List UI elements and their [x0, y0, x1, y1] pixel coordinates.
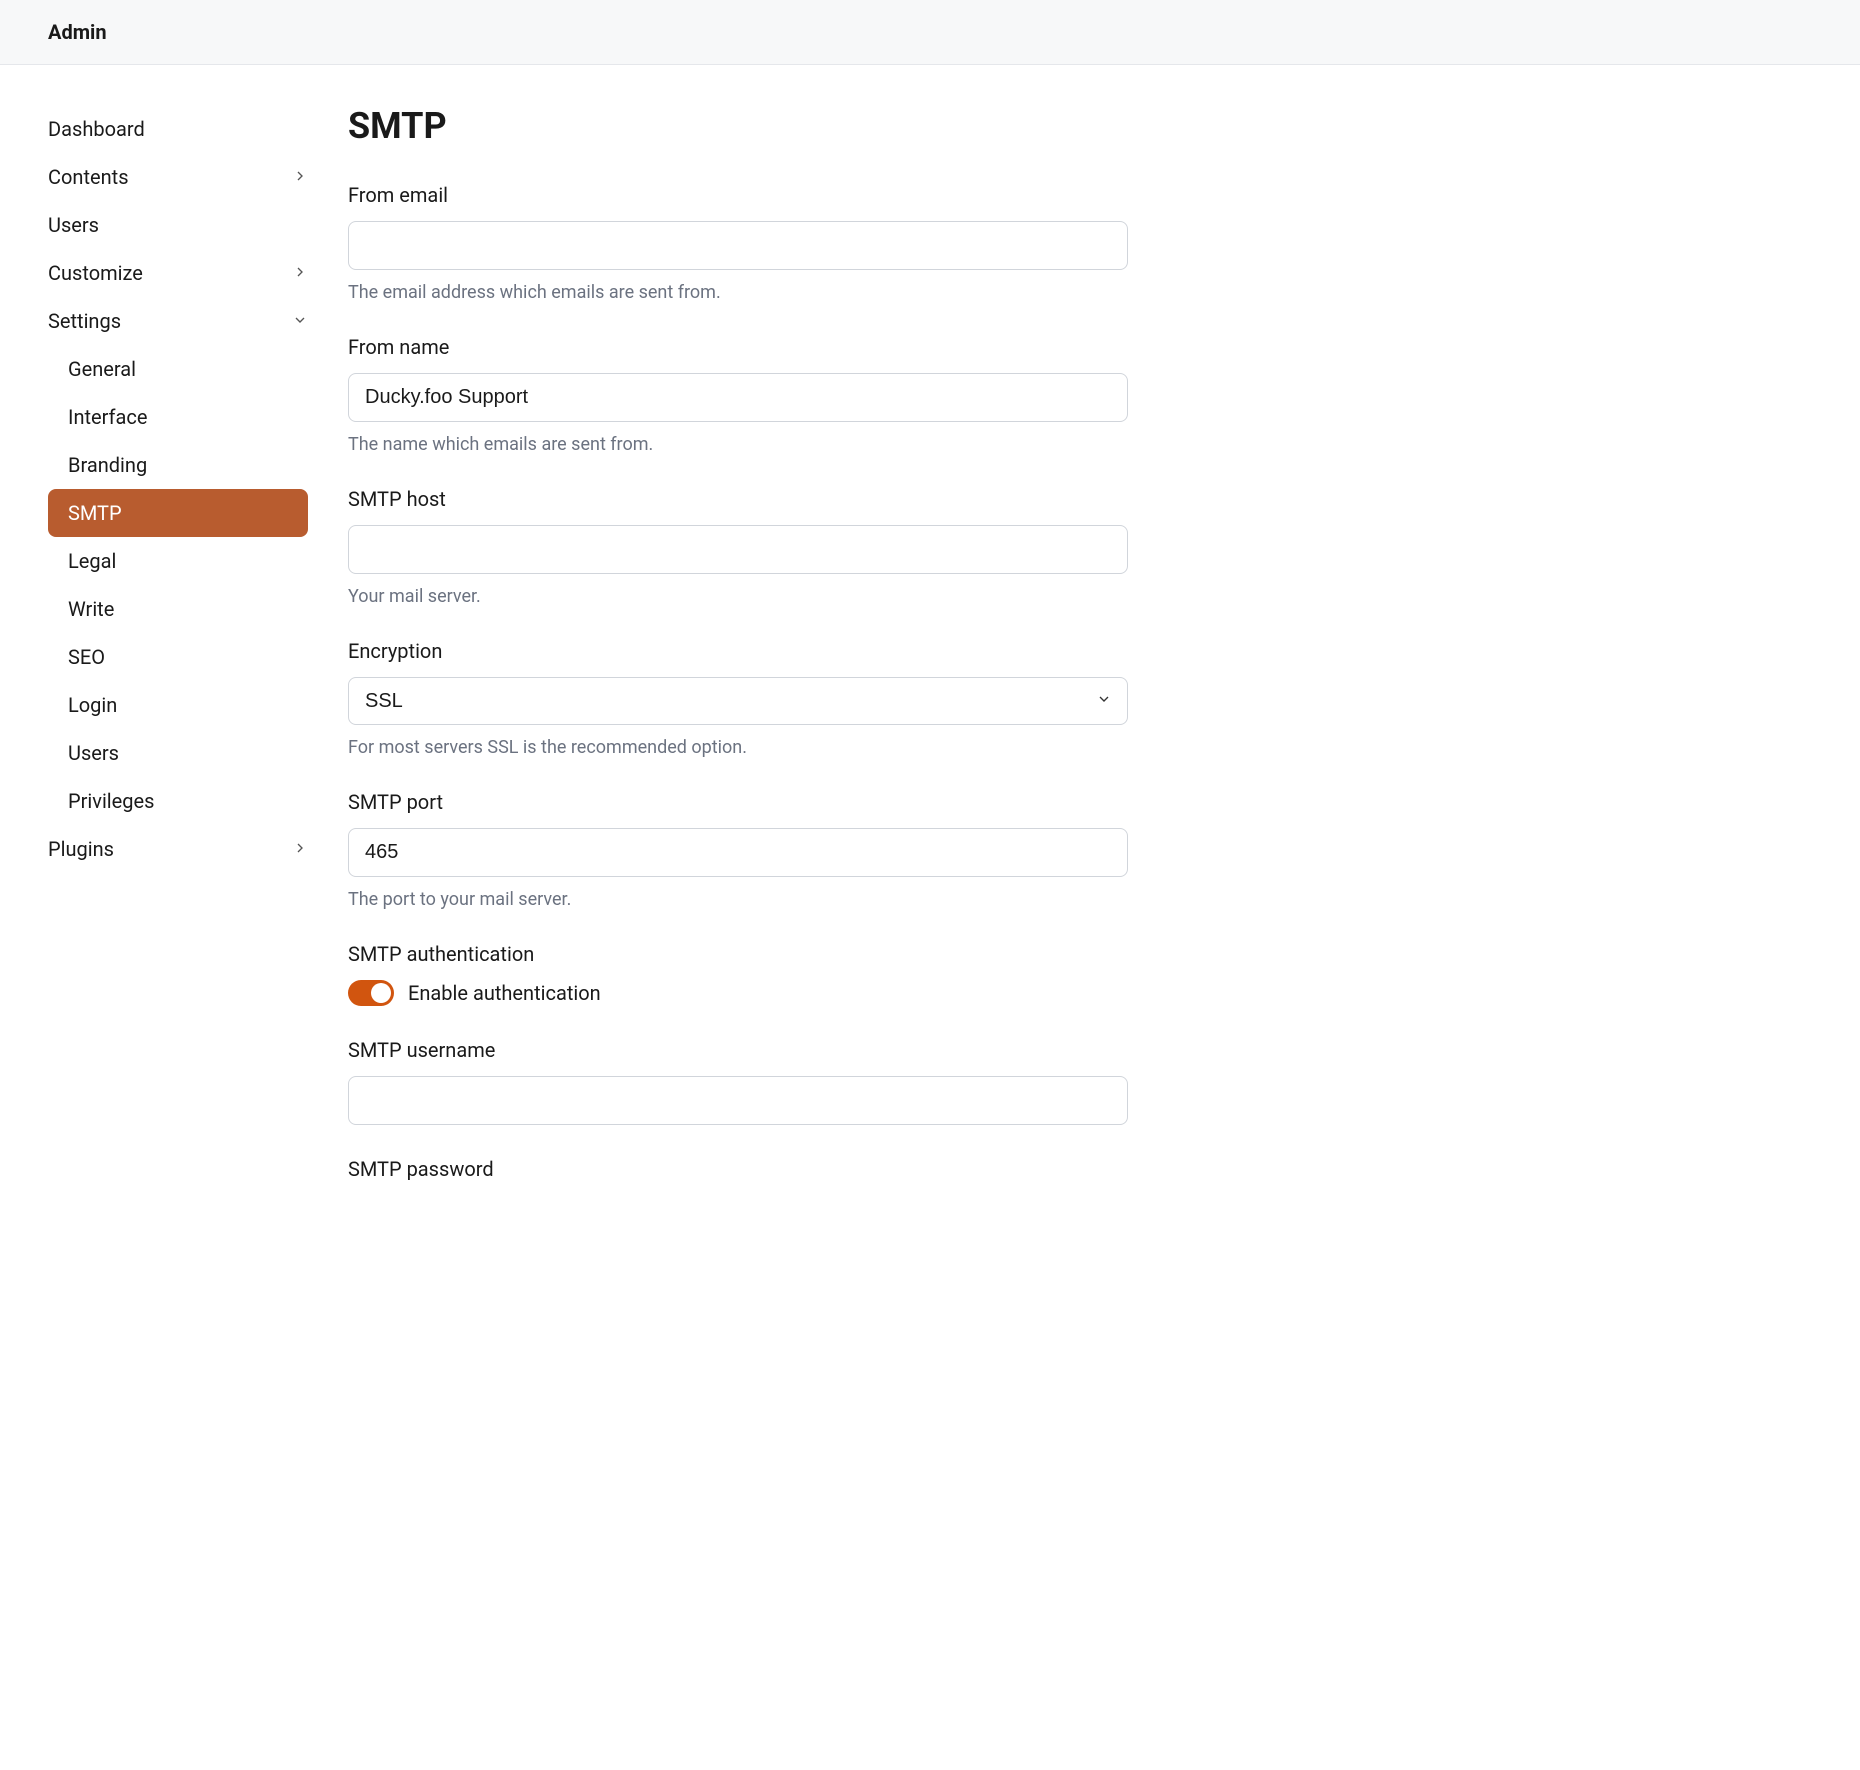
smtp-port-label: SMTP port: [348, 790, 1128, 814]
subnav-item-label: Privileges: [68, 789, 154, 813]
smtp-auth-label: SMTP authentication: [348, 942, 1128, 966]
field-smtp-password: SMTP password: [348, 1157, 1128, 1181]
sidebar-item-dashboard[interactable]: Dashboard: [48, 105, 308, 153]
main-content: SMTP From email The email address which …: [308, 105, 1128, 1213]
smtp-username-input[interactable]: [348, 1076, 1128, 1125]
sidebar-item-label: Settings: [48, 309, 121, 333]
field-smtp-port: SMTP port The port to your mail server.: [348, 790, 1128, 910]
smtp-username-label: SMTP username: [348, 1038, 1128, 1062]
sidebar-item-plugins[interactable]: Plugins: [48, 825, 308, 873]
field-from-name: From name The name which emails are sent…: [348, 335, 1128, 455]
subnav-item-label: General: [68, 357, 136, 381]
chevron-right-icon: [292, 261, 308, 285]
subnav-item-label: Login: [68, 693, 117, 717]
subnav-item-label: Users: [68, 741, 119, 765]
field-encryption: Encryption SSL For most servers SSL is t…: [348, 639, 1128, 758]
chevron-right-icon: [292, 165, 308, 189]
sidebar-item-customize[interactable]: Customize: [48, 249, 308, 297]
smtp-port-input[interactable]: [348, 828, 1128, 877]
subnav-item-branding[interactable]: Branding: [48, 441, 308, 489]
page-title: SMTP: [348, 105, 1128, 147]
subnav-item-label: Interface: [68, 405, 147, 429]
field-from-email: From email The email address which email…: [348, 183, 1128, 303]
smtp-auth-toggle-row: Enable authentication: [348, 980, 1128, 1006]
subnav-item-legal[interactable]: Legal: [48, 537, 308, 585]
from-name-help: The name which emails are sent from.: [348, 434, 1128, 455]
encryption-select[interactable]: SSL: [348, 677, 1128, 725]
sidebar-item-users[interactable]: Users: [48, 201, 308, 249]
from-name-label: From name: [348, 335, 1128, 359]
subnav-item-label: Write: [68, 597, 114, 621]
sidebar-item-contents[interactable]: Contents: [48, 153, 308, 201]
layout: Dashboard Contents Users Customize Setti…: [0, 65, 1860, 1253]
subnav-item-smtp[interactable]: SMTP: [48, 489, 308, 537]
subnav-item-label: Legal: [68, 549, 116, 573]
from-email-input[interactable]: [348, 221, 1128, 270]
field-smtp-host: SMTP host Your mail server.: [348, 487, 1128, 607]
settings-subnav: General Interface Branding SMTP Legal Wr…: [48, 345, 308, 825]
encryption-help: For most servers SSL is the recommended …: [348, 737, 1128, 758]
subnav-item-label: SMTP: [68, 501, 122, 525]
field-smtp-auth: SMTP authentication Enable authenticatio…: [348, 942, 1128, 1006]
smtp-auth-toggle-label: Enable authentication: [408, 981, 601, 1005]
sidebar-item-settings[interactable]: Settings: [48, 297, 308, 345]
subnav-item-label: SEO: [68, 645, 105, 669]
subnav-item-interface[interactable]: Interface: [48, 393, 308, 441]
chevron-down-icon: [292, 309, 308, 333]
smtp-host-label: SMTP host: [348, 487, 1128, 511]
smtp-host-input[interactable]: [348, 525, 1128, 574]
sidebar-item-label: Customize: [48, 261, 143, 285]
sidebar-item-label: Contents: [48, 165, 129, 189]
smtp-port-help: The port to your mail server.: [348, 889, 1128, 910]
sidebar-item-label: Users: [48, 213, 99, 237]
subnav-item-login[interactable]: Login: [48, 681, 308, 729]
subnav-item-seo[interactable]: SEO: [48, 633, 308, 681]
from-email-label: From email: [348, 183, 1128, 207]
subnav-item-write[interactable]: Write: [48, 585, 308, 633]
subnav-item-general[interactable]: General: [48, 345, 308, 393]
encryption-label: Encryption: [348, 639, 1128, 663]
subnav-item-privileges[interactable]: Privileges: [48, 777, 308, 825]
field-smtp-username: SMTP username: [348, 1038, 1128, 1125]
sidebar: Dashboard Contents Users Customize Setti…: [48, 105, 308, 1213]
header-title: Admin: [48, 20, 1812, 44]
subnav-item-subusers[interactable]: Users: [48, 729, 308, 777]
header: Admin: [0, 0, 1860, 65]
smtp-auth-toggle[interactable]: [348, 980, 394, 1006]
subnav-item-label: Branding: [68, 453, 147, 477]
chevron-right-icon: [292, 837, 308, 861]
encryption-select-wrap: SSL: [348, 677, 1128, 725]
smtp-password-label: SMTP password: [348, 1157, 1128, 1181]
from-name-input[interactable]: [348, 373, 1128, 422]
from-email-help: The email address which emails are sent …: [348, 282, 1128, 303]
sidebar-item-label: Dashboard: [48, 117, 145, 141]
sidebar-item-label: Plugins: [48, 837, 114, 861]
smtp-host-help: Your mail server.: [348, 586, 1128, 607]
